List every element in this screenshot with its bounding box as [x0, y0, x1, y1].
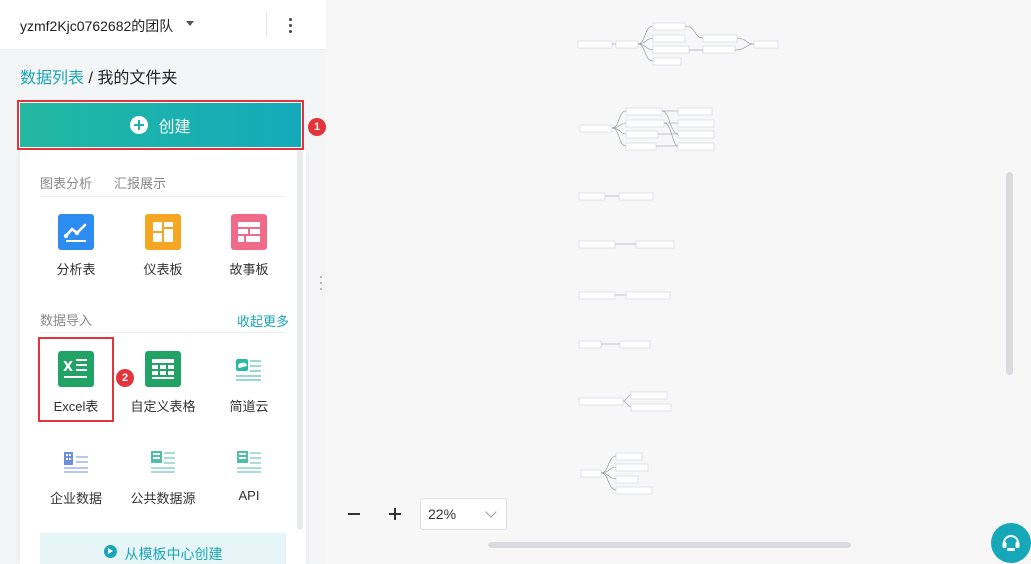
- line-chart-icon: [58, 214, 94, 250]
- tile-api[interactable]: API: [206, 429, 292, 513]
- lineage-canvas[interactable]: [326, 0, 1031, 564]
- tile-label: API: [238, 488, 260, 503]
- breadcrumb-current: 我的文件夹: [97, 70, 178, 87]
- breadcrumb: 数据列表 / 我的文件夹: [20, 64, 177, 88]
- storyboard-icon: [231, 214, 267, 250]
- left-sidebar: yzmf2Kjc0762682的团队 数据列表 / 我的文件夹 创建 1 图表分…: [0, 0, 326, 564]
- tile-label: 简道云: [229, 399, 269, 414]
- excel-icon: X: [58, 351, 94, 387]
- section-title-data-import: 数据导入: [40, 313, 93, 328]
- divider: [40, 332, 286, 333]
- tile-label: 仪表板: [143, 262, 183, 277]
- breadcrumb-separator: /: [84, 70, 98, 87]
- more-vertical-icon[interactable]: [282, 14, 298, 36]
- canvas-horizontal-scrollbar[interactable]: [488, 542, 851, 548]
- team-header: yzmf2Kjc0762682的团队: [0, 0, 326, 50]
- api-icon: [231, 443, 267, 479]
- step-badge-1: 1: [308, 118, 326, 136]
- create-from-template-button[interactable]: 从模板中心创建: [40, 533, 286, 564]
- tile-storyboard[interactable]: 故事板: [206, 200, 292, 284]
- arrow-circle-right-icon: [103, 545, 117, 558]
- plus-circle-icon: [130, 116, 149, 134]
- tile-dashboard[interactable]: 仪表板: [120, 200, 206, 284]
- dashboard-icon: [145, 214, 181, 250]
- tile-label: 企业数据: [49, 491, 102, 506]
- canvas-vertical-scrollbar[interactable]: [1006, 172, 1013, 375]
- zoom-out-button[interactable]: [346, 503, 362, 525]
- tile-label: 分析表: [56, 262, 96, 277]
- tile-excel[interactable]: X Excel表: [33, 337, 119, 421]
- zoom-in-button[interactable]: [387, 503, 403, 525]
- tile-jiandaoyun[interactable]: 简道云: [206, 337, 292, 421]
- svg-text:X: X: [63, 360, 73, 375]
- create-label: 创建: [158, 119, 191, 136]
- chevron-down-icon: [485, 506, 497, 518]
- resize-handle[interactable]: [320, 276, 322, 290]
- tile-public-data-source[interactable]: 公共数据源: [120, 429, 206, 513]
- divider: [266, 12, 267, 38]
- tab-chart-analysis[interactable]: 图表分析: [40, 173, 92, 196]
- tile-label: 故事板: [229, 262, 269, 277]
- lineage-graph: [577, 22, 779, 495]
- panel-scrollbar[interactable]: [297, 150, 303, 530]
- chat-icon: [1002, 535, 1020, 551]
- zoom-value: 22%: [428, 506, 457, 522]
- tile-enterprise-data[interactable]: 企业数据: [33, 429, 119, 513]
- zoom-select[interactable]: 22%: [420, 498, 507, 530]
- step-badge-2: 2: [116, 369, 134, 387]
- tile-analysis-table[interactable]: 分析表: [33, 200, 119, 284]
- custom-table-icon: [145, 351, 181, 387]
- tab-report-display[interactable]: 汇报展示: [114, 173, 166, 196]
- tile-label: 自定义表格: [130, 399, 196, 414]
- create-button[interactable]: 创建: [20, 103, 301, 147]
- create-dropdown-panel: 图表分析 汇报展示 分析表 仪表板 故事板 数据导入 收起更多 X Excel表…: [20, 150, 306, 564]
- jiandaoyun-icon: [231, 351, 267, 387]
- breadcrumb-data-list[interactable]: 数据列表: [20, 70, 84, 87]
- create-from-template-label: 从模板中心创建: [124, 546, 223, 562]
- tile-label: Excel表: [53, 399, 99, 414]
- team-switcher[interactable]: yzmf2Kjc0762682的团队: [20, 16, 173, 36]
- enterprise-data-icon: [58, 443, 94, 479]
- customer-service-button[interactable]: [991, 523, 1031, 563]
- collapse-more-link[interactable]: 收起更多: [237, 311, 289, 330]
- section-tabs: 图表分析 汇报展示: [40, 173, 286, 197]
- tile-label: 公共数据源: [130, 491, 196, 506]
- caret-down-icon[interactable]: [186, 21, 194, 26]
- public-data-icon: [145, 443, 181, 479]
